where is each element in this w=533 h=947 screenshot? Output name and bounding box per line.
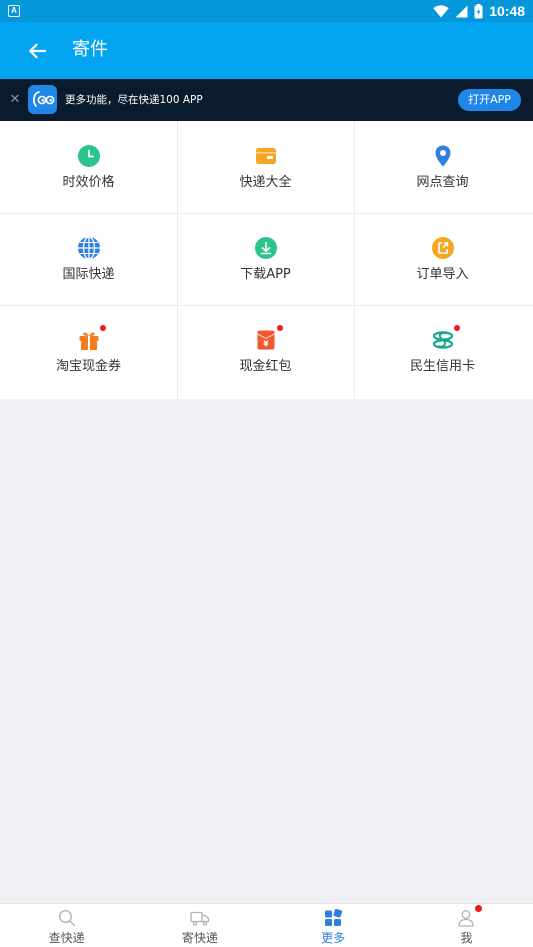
grid-item-label: 淘宝现金券 xyxy=(55,359,121,374)
grid-item-order-import[interactable]: 订单导入 xyxy=(354,213,531,305)
close-banner-button[interactable]: ✕ xyxy=(8,91,22,109)
nav-item-me[interactable]: 我 xyxy=(400,904,533,947)
grid-item-label: 订单导入 xyxy=(416,267,469,282)
grid-item-label: 下载APP xyxy=(240,267,291,282)
grid-item-time-price[interactable]: 时效价格 xyxy=(0,121,177,213)
nav-item-label: 寄快递 xyxy=(181,931,218,945)
grid-item-international[interactable]: 国际快递 xyxy=(0,213,177,305)
nav-item-label: 查快递 xyxy=(48,931,85,945)
location-pin-icon xyxy=(435,145,450,167)
grid-item-label: 民生信用卡 xyxy=(409,359,475,374)
app-header: 寄件 xyxy=(0,22,533,79)
back-button[interactable] xyxy=(22,36,52,66)
grid-item-outlet-search[interactable]: 网点查询 xyxy=(354,121,531,213)
grid-item-label: 网点查询 xyxy=(416,175,469,190)
feature-grid: 时效价格 快递大全 网点查询 国际快递 下载APP 订单导入 淘宝现金券 ¥ 现… xyxy=(0,121,533,399)
grid-item-express-list[interactable]: 快递大全 xyxy=(177,121,354,213)
notification-icon: A xyxy=(8,5,20,17)
open-app-button[interactable]: 打开APP xyxy=(458,89,521,111)
nav-item-track[interactable]: 查快递 xyxy=(0,904,133,947)
grid-item-cash-red-packet[interactable]: ¥ 现金红包 xyxy=(177,305,354,397)
status-bar: A 10:48 xyxy=(0,0,533,22)
signal-icon xyxy=(455,5,468,17)
grid-item-label: 国际快递 xyxy=(62,267,115,282)
grid-item-label: 快递大全 xyxy=(239,175,292,190)
grid-item-download-app[interactable]: 下载APP xyxy=(177,213,354,305)
nav-item-label: 更多 xyxy=(321,931,346,945)
kuaidi100-logo xyxy=(28,85,57,114)
battery-icon xyxy=(474,3,483,18)
gift-icon xyxy=(79,332,98,350)
promo-banner: ✕ 更多功能，尽在快递100 APP 打开APP xyxy=(0,79,533,121)
person-icon xyxy=(458,910,475,927)
clock-time: 10:48 xyxy=(489,3,525,19)
minsheng-bank-icon xyxy=(432,331,453,349)
download-icon xyxy=(254,237,277,259)
apps-icon xyxy=(325,908,343,926)
truck-icon xyxy=(190,911,210,926)
badge-dot xyxy=(475,905,483,912)
nav-item-more[interactable]: 更多 xyxy=(267,904,400,947)
grid-item-label: 现金红包 xyxy=(239,359,292,374)
globe-icon xyxy=(77,236,100,260)
promo-text: 更多功能，尽在快递100 APP xyxy=(65,94,203,106)
red-envelope-icon: ¥ xyxy=(256,330,275,350)
svg-text:¥: ¥ xyxy=(263,340,269,349)
page-title: 寄件 xyxy=(72,39,108,60)
bottom-nav: 查快递 寄快递 更多 我 xyxy=(0,903,533,947)
nav-item-send[interactable]: 寄快递 xyxy=(133,904,266,947)
badge-dot xyxy=(276,325,283,331)
import-icon xyxy=(431,237,454,259)
back-arrow-icon xyxy=(29,43,46,59)
badge-dot xyxy=(453,325,460,331)
wallet-icon xyxy=(255,148,276,164)
search-icon xyxy=(58,909,75,927)
badge-dot xyxy=(99,325,106,331)
grid-item-taobao-coupon[interactable]: 淘宝现金券 xyxy=(0,305,177,397)
nav-item-label: 我 xyxy=(460,931,473,945)
grid-item-minsheng-credit-card[interactable]: 民生信用卡 xyxy=(354,305,531,397)
wifi-icon xyxy=(433,4,449,17)
clock-icon xyxy=(77,145,100,167)
grid-item-label: 时效价格 xyxy=(62,175,115,190)
